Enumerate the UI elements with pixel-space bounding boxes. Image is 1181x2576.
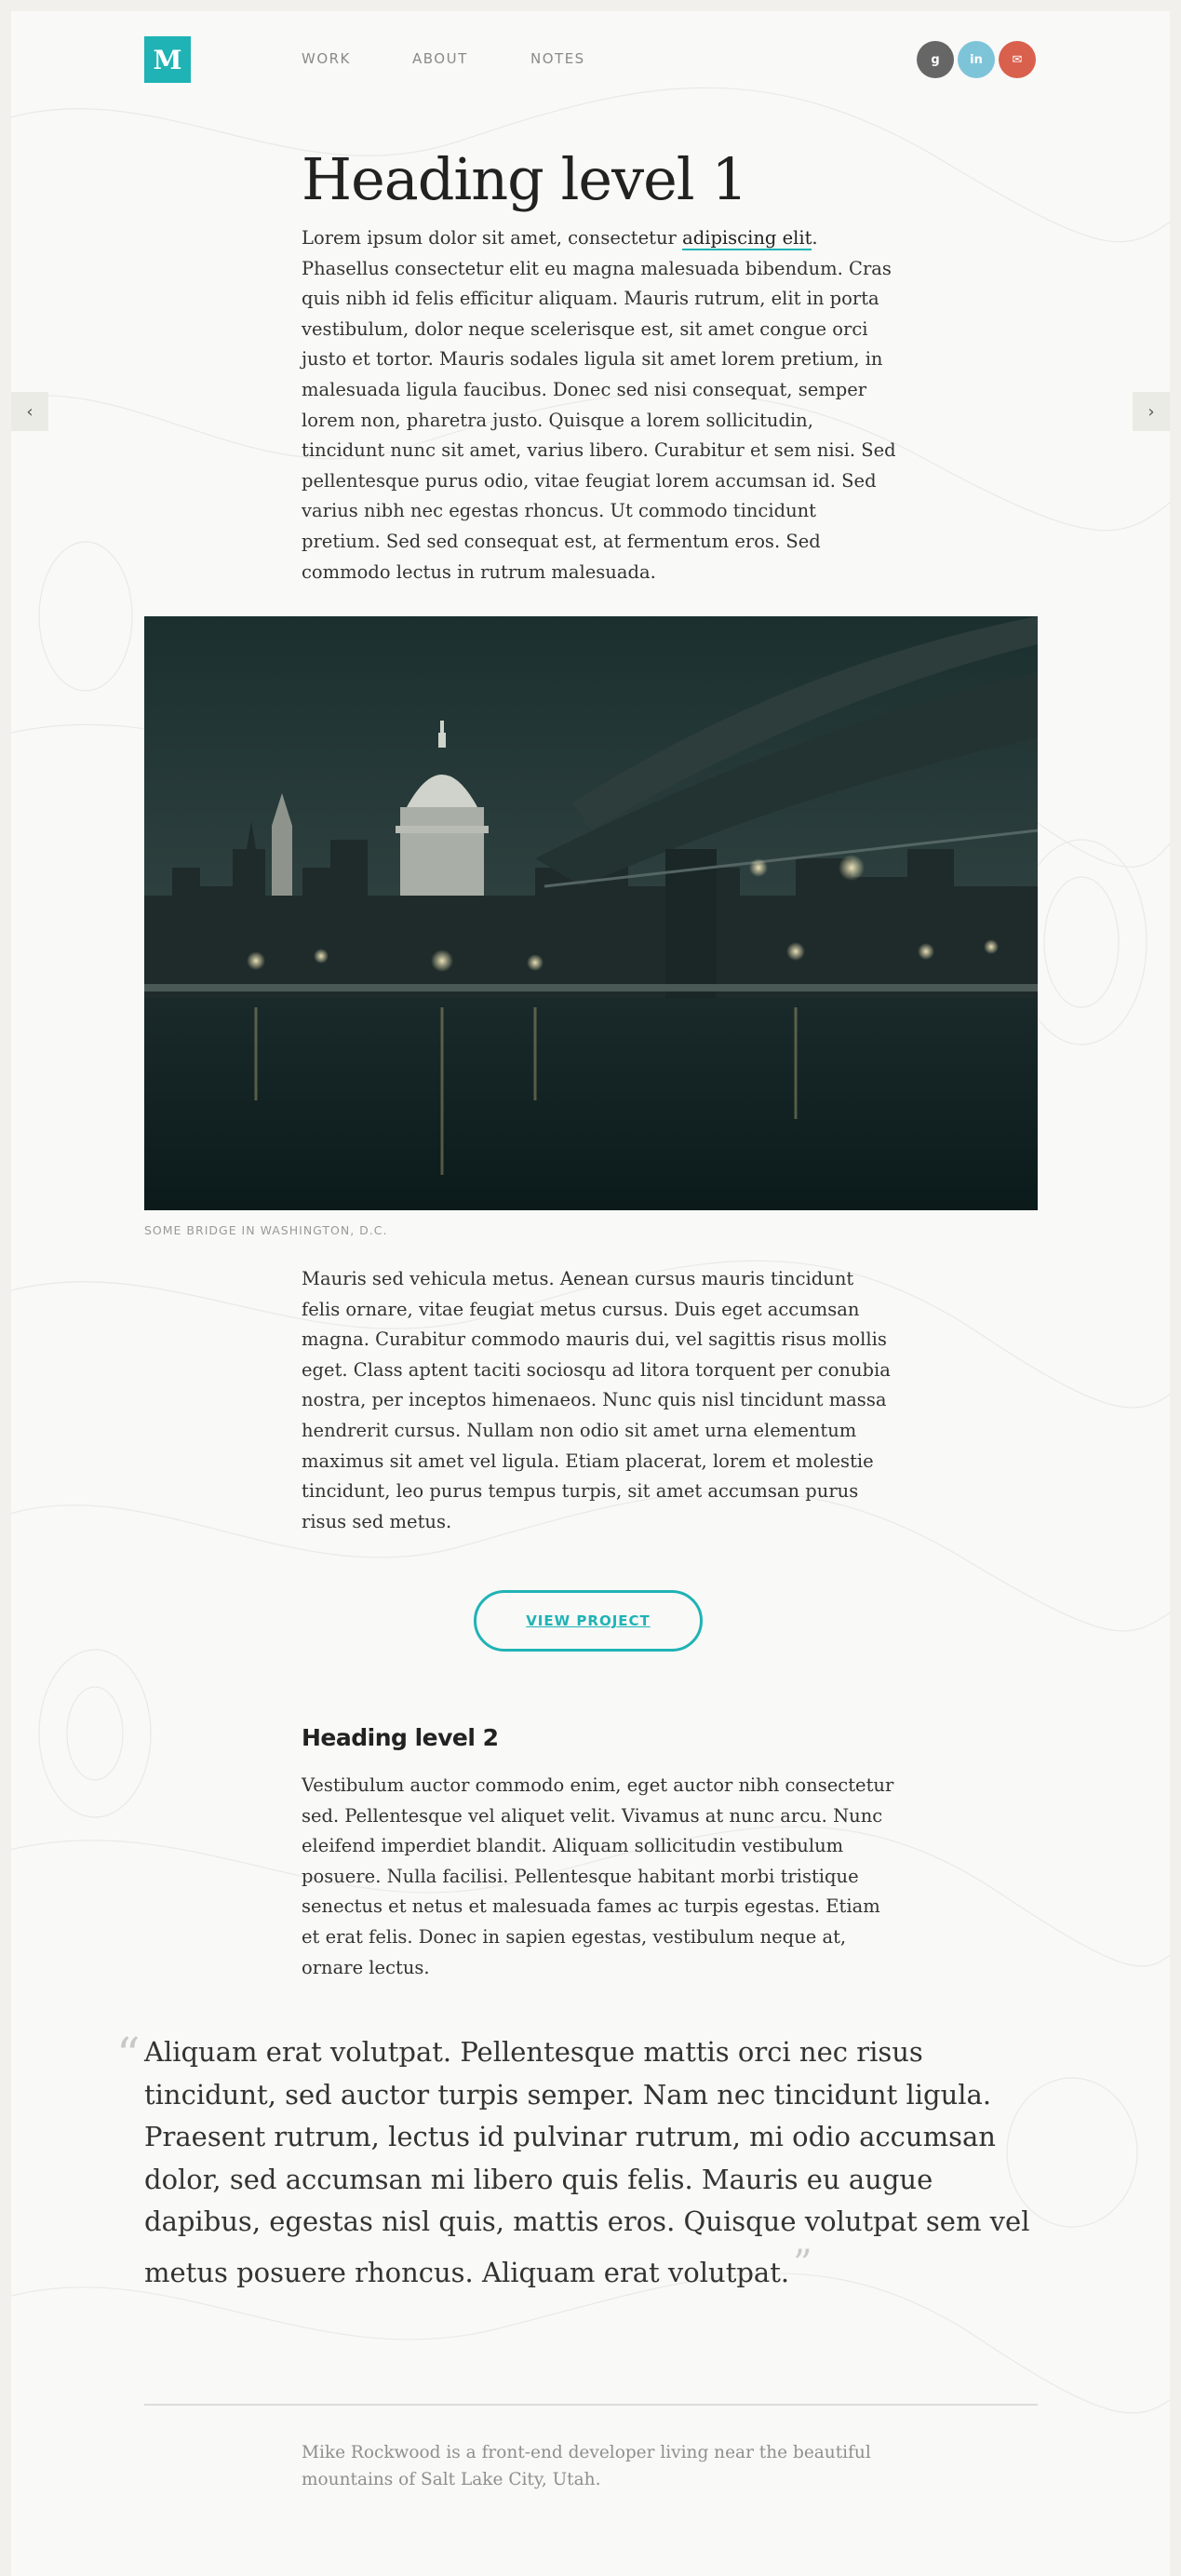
footer-divider <box>144 2404 1038 2406</box>
hero-image <box>144 616 1038 1210</box>
prev-arrow-button[interactable]: ‹ <box>11 392 48 431</box>
pull-quote-text: Aliquam erat volutpat. Pellentesque matt… <box>144 2036 1030 2288</box>
nav-about[interactable]: ABOUT <box>412 50 468 67</box>
page-title: Heading level 1 <box>302 145 748 213</box>
intro-text-rest: . Phasellus consectetur elit eu magna ma… <box>302 227 896 583</box>
inline-link[interactable]: adipiscing elit <box>682 227 812 250</box>
site-logo[interactable]: M <box>144 36 191 83</box>
section-heading: Heading level 2 <box>302 1724 499 1751</box>
chevron-left-icon: ‹ <box>26 401 34 422</box>
view-project-button[interactable]: VIEW PROJECT <box>474 1590 703 1652</box>
pull-quote: Aliquam erat volutpat. Pellentesque matt… <box>144 2031 1038 2294</box>
chevron-right-icon: › <box>1147 401 1155 422</box>
page: M WORK ABOUT NOTES g in ✉ ‹ › Heading le… <box>11 11 1170 2576</box>
nav-notes[interactable]: NOTES <box>530 50 585 67</box>
next-arrow-button[interactable]: › <box>1133 392 1170 431</box>
linkedin-icon[interactable]: in <box>958 41 995 78</box>
body-paragraph-2: Mauris sed vehicula metus. Aenean cursus… <box>302 1268 891 1532</box>
open-quote-icon: “ <box>116 2028 141 2082</box>
image-caption: SOME BRIDGE IN WASHINGTON, D.C. <box>144 1223 388 1237</box>
email-icon[interactable]: ✉ <box>999 41 1036 78</box>
close-quote-icon: ” <box>793 2242 812 2286</box>
intro-paragraph: Lorem ipsum dolor sit amet, consectetur … <box>302 223 897 587</box>
bridge-night-photo <box>144 616 1038 1210</box>
google-plus-icon[interactable]: g <box>917 41 954 78</box>
intro-text-start: Lorem ipsum dolor sit amet, consectetur <box>302 227 683 249</box>
body-paragraph-3: Vestibulum auctor commodo enim, eget auc… <box>302 1774 894 1978</box>
footer-bio: Mike Rockwood is a front-end developer l… <box>302 2443 871 2489</box>
nav-work[interactable]: WORK <box>302 50 351 67</box>
